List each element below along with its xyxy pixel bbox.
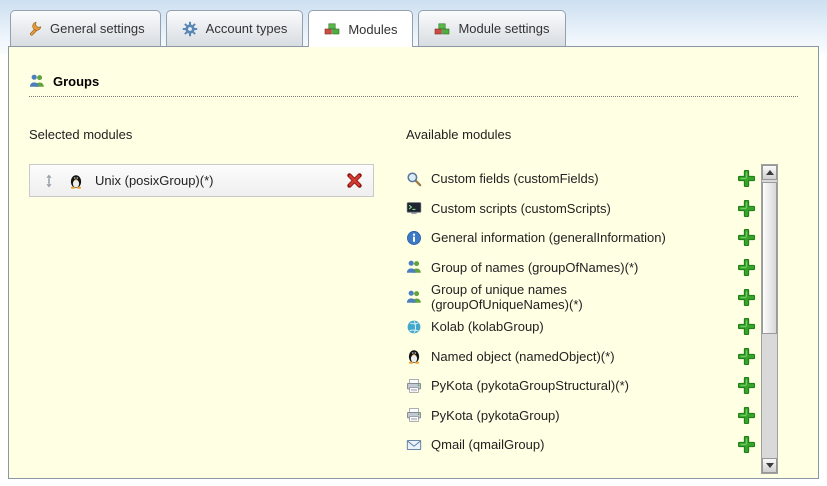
printer-icon: [406, 378, 422, 394]
available-module-label: Custom fields (customFields): [431, 171, 703, 186]
plus-icon: [738, 436, 755, 453]
modules-icon: [434, 21, 450, 37]
add-module-button[interactable]: [738, 377, 755, 394]
add-module-button[interactable]: [738, 436, 755, 453]
add-module-button[interactable]: [738, 289, 755, 306]
triangle-down-icon: [766, 463, 774, 468]
tab-module-settings[interactable]: Module settings: [418, 10, 565, 46]
available-module-label: PyKota (pykotaGroupStructural)(*): [431, 378, 703, 393]
modules-panel: Groups Selected modules Unix (posixGroup…: [8, 46, 819, 479]
remove-module-button[interactable]: [346, 172, 363, 189]
tab-label: Modules: [348, 22, 397, 37]
scroll-down-button[interactable]: [762, 458, 777, 473]
plus-icon: [738, 200, 755, 217]
available-module-row: General information (generalInformation): [406, 223, 755, 253]
scrollbar[interactable]: [761, 164, 778, 474]
modules-icon: [324, 21, 340, 37]
section-title: Groups: [29, 73, 798, 97]
selected-modules-heading: Selected modules: [29, 127, 406, 142]
tab-bar: General settings Account types Modules M…: [10, 10, 566, 46]
available-module-label: PyKota (pykotaGroup): [431, 408, 703, 423]
available-module-row: Custom scripts (customScripts): [406, 194, 755, 224]
scroll-up-button[interactable]: [762, 165, 777, 180]
lam-configuration-page: General settings Account types Modules M…: [0, 0, 827, 486]
add-module-button[interactable]: [738, 407, 755, 424]
tux-icon: [68, 173, 84, 189]
available-module-label: Group of unique names (groupOfUniqueName…: [431, 282, 703, 312]
kolab-icon: [406, 319, 422, 335]
available-modules-list-wrap: Custom fields (customFields) Custom scri…: [406, 164, 798, 474]
available-module-row: Group of names (groupOfNames)(*): [406, 253, 755, 283]
add-module-button[interactable]: [738, 170, 755, 187]
available-modules-list: Custom fields (customFields) Custom scri…: [406, 164, 755, 474]
mail-icon: [406, 437, 422, 453]
printer-icon: [406, 407, 422, 423]
available-module-label: Custom scripts (customScripts): [431, 201, 703, 216]
tab-modules[interactable]: Modules: [308, 10, 413, 47]
available-module-row: PyKota (pykotaGroup): [406, 401, 755, 431]
tools-icon: [26, 21, 42, 37]
available-module-label: Group of names (groupOfNames)(*): [431, 260, 703, 275]
tab-label: Module settings: [458, 21, 549, 36]
available-module-row: Named object (namedObject)(*): [406, 342, 755, 372]
plus-icon: [738, 289, 755, 306]
selected-module-row[interactable]: Unix (posixGroup)(*): [29, 164, 374, 197]
module-columns: Selected modules Unix (posixGroup)(*) Av…: [29, 127, 798, 474]
group-icon: [29, 73, 45, 89]
plus-icon: [738, 348, 755, 365]
scrollbar-thumb[interactable]: [762, 182, 777, 334]
plus-icon: [738, 318, 755, 335]
plus-icon: [738, 377, 755, 394]
available-module-label: General information (generalInformation): [431, 230, 703, 245]
add-module-button[interactable]: [738, 229, 755, 246]
plus-icon: [738, 259, 755, 276]
available-module-row: PyKota (pykotaGroupStructural)(*): [406, 371, 755, 401]
plus-icon: [738, 407, 755, 424]
selected-modules-column: Selected modules Unix (posixGroup)(*): [29, 127, 406, 474]
available-module-label: Qmail (qmailGroup): [431, 437, 703, 452]
add-module-button[interactable]: [738, 318, 755, 335]
available-module-label: Kolab (kolabGroup): [431, 319, 703, 334]
tab-label: General settings: [50, 21, 145, 36]
plus-icon: [738, 229, 755, 246]
selected-module-label: Unix (posixGroup)(*): [95, 173, 335, 188]
magnifier-icon: [406, 171, 422, 187]
plus-icon: [738, 170, 755, 187]
available-modules-heading: Available modules: [406, 127, 798, 142]
available-module-row: Kolab (kolabGroup): [406, 312, 755, 342]
available-module-label: Named object (namedObject)(*): [431, 349, 703, 364]
tab-label: Account types: [206, 21, 288, 36]
triangle-up-icon: [766, 170, 774, 175]
group-icon: [406, 289, 422, 305]
available-module-row: Qmail (qmailGroup): [406, 430, 755, 460]
available-modules-column: Available modules Custom fields (customF…: [406, 127, 798, 474]
tab-account-types[interactable]: Account types: [166, 10, 304, 46]
tab-general-settings[interactable]: General settings: [10, 10, 161, 46]
tux-icon: [406, 348, 422, 364]
drag-handle-icon[interactable]: [40, 172, 57, 189]
add-module-button[interactable]: [738, 259, 755, 276]
info-icon: [406, 230, 422, 246]
available-module-row: Group of unique names (groupOfUniqueName…: [406, 282, 755, 312]
terminal-icon: [406, 200, 422, 216]
add-module-button[interactable]: [738, 348, 755, 365]
gear-icon: [182, 21, 198, 37]
available-module-row: Custom fields (customFields): [406, 164, 755, 194]
add-module-button[interactable]: [738, 200, 755, 217]
section-title-text: Groups: [53, 74, 99, 89]
group-icon: [406, 259, 422, 275]
delete-x-icon: [346, 172, 363, 189]
